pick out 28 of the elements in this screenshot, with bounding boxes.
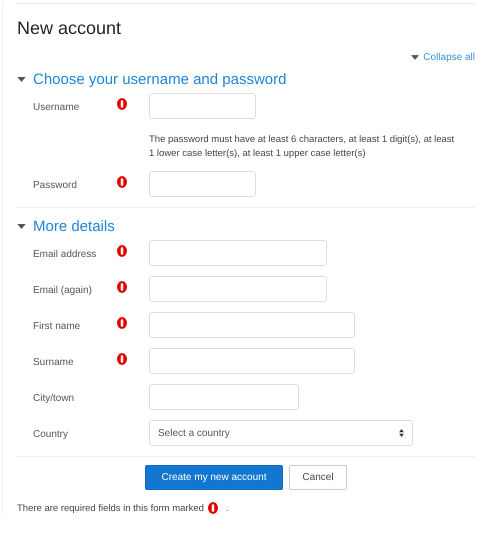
required-note: There are required fields in this form marked (17, 502, 204, 514)
field-label: Password (33, 180, 77, 191)
field-label: Username (33, 102, 80, 113)
create-account-button[interactable]: Create my new account (145, 465, 283, 490)
page-title: New account (17, 3, 475, 38)
field-label: Surname (33, 357, 74, 368)
section-heading[interactable]: More details (17, 216, 475, 236)
input-field[interactable] (149, 276, 327, 302)
period-text: . (226, 502, 229, 514)
required-icon (208, 502, 218, 514)
field-label: Country (33, 429, 68, 440)
help-text: The password must have at least 6 characters, at least 1 digit(s), at least 1 lower case letter(s), at least 1 upper case letter(s) (149, 133, 456, 161)
field-label: City/town (33, 393, 74, 404)
cancel-button[interactable]: Cancel (289, 465, 347, 490)
field-label: Email (again) (33, 285, 92, 296)
country-select[interactable]: Select a country (149, 420, 413, 446)
input-field[interactable] (149, 93, 256, 119)
input-field[interactable] (149, 348, 355, 374)
collapse-all-link[interactable]: Collapse all (411, 52, 475, 63)
field-label: Email address (33, 249, 96, 260)
input-field[interactable] (149, 240, 327, 266)
field-label: First name (33, 321, 80, 332)
input-field[interactable] (149, 384, 299, 410)
updown-icon (399, 429, 404, 437)
caret-icon (411, 55, 420, 60)
section-heading[interactable]: Choose your username and password (17, 69, 475, 89)
input-field[interactable] (149, 312, 355, 338)
input-field[interactable] (149, 171, 256, 197)
